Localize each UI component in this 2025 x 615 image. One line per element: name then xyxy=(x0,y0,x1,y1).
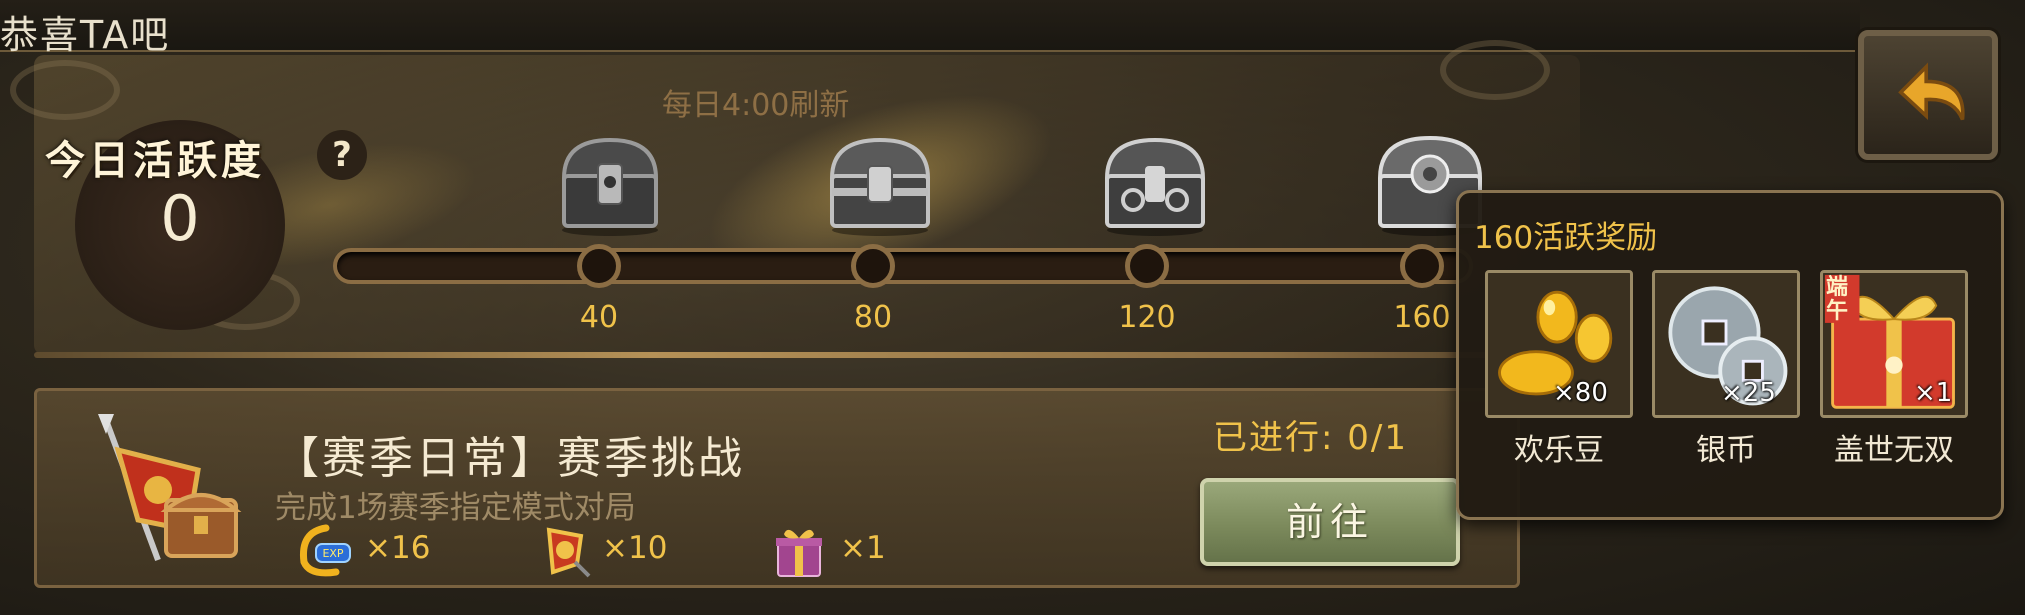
back-button[interactable] xyxy=(1858,30,1998,160)
progress-node xyxy=(1400,244,1444,288)
task-description: 完成1场赛季指定模式对局 xyxy=(275,490,636,526)
reward-quantity: ×25 xyxy=(1721,378,1776,408)
go-button[interactable]: 前往 xyxy=(1200,478,1460,566)
reward-quantity: ×80 xyxy=(1553,378,1608,408)
festival-badge: 端午 xyxy=(1826,275,1849,324)
activity-score-value: 0 xyxy=(160,182,200,255)
banner-chest-icon xyxy=(88,410,248,570)
reward-name: 盖世无双 xyxy=(1834,433,1954,468)
milestone-label: 120 xyxy=(1118,300,1176,335)
experience-icon: EXP xyxy=(296,522,354,580)
progress-node xyxy=(577,244,621,288)
reward-name: 欢乐豆 xyxy=(1514,433,1604,468)
refresh-time-text: 每日4:00刷新 xyxy=(662,88,850,123)
svg-text:EXP: EXP xyxy=(322,547,343,560)
decorative-swirl xyxy=(10,60,120,120)
treasure-chest-icon[interactable] xyxy=(820,130,940,238)
help-button[interactable]: ? xyxy=(317,130,367,180)
top-ticker-bar xyxy=(0,0,1860,52)
reward-quantity: ×1 xyxy=(1914,378,1953,408)
badge-icon xyxy=(535,522,593,580)
divider xyxy=(34,352,1580,358)
milestone-label: 40 xyxy=(579,300,619,335)
activity-progress-bar xyxy=(333,248,1473,284)
milestone-label: 160 xyxy=(1393,300,1451,335)
activity-title: 今日活跃度 xyxy=(45,138,265,184)
progress-node xyxy=(851,244,895,288)
progress-node xyxy=(1125,244,1169,288)
gift-box-icon xyxy=(770,522,828,580)
milestone-label: 80 xyxy=(853,300,893,335)
reward-count: ×10 xyxy=(602,530,668,566)
popup-title: 160活跃奖励 xyxy=(1474,220,1658,256)
return-arrow-icon xyxy=(1898,62,1965,121)
ticker-text: 恭喜TA吧 xyxy=(0,13,171,57)
reward-count: ×1 xyxy=(840,530,886,566)
treasure-chest-icon[interactable] xyxy=(1095,130,1215,238)
task-progress-text: 已进行: 0/1 xyxy=(1213,418,1408,458)
treasure-chest-icon[interactable] xyxy=(550,130,670,238)
task-title: 【赛季日常】赛季挑战 xyxy=(275,433,745,484)
reward-count: ×16 xyxy=(365,530,431,566)
decorative-swirl xyxy=(1440,40,1550,100)
reward-name: 银币 xyxy=(1696,433,1756,468)
